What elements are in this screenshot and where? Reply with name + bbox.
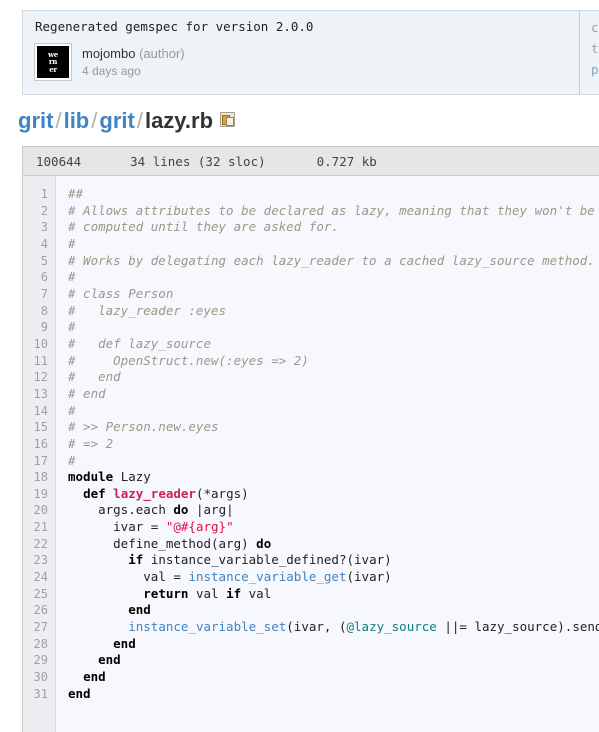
line-number[interactable]: 11 xyxy=(23,353,55,370)
code-line: # => 2 xyxy=(68,435,114,451)
code-line: # OpenStruct.new(:eyes => 2) xyxy=(68,352,309,368)
code-line: # class Person xyxy=(68,285,174,301)
line-number[interactable]: 12 xyxy=(23,369,55,386)
file-line-count: 34 lines (32 sloc) xyxy=(130,153,266,169)
code-line: # xyxy=(68,235,76,251)
breadcrumb-separator-2: / xyxy=(91,108,98,133)
line-number[interactable]: 10 xyxy=(23,336,55,353)
code-line: # xyxy=(68,269,76,285)
commit-message: Regenerated gemspec for version 2.0.0 xyxy=(35,19,314,34)
line-number[interactable]: 22 xyxy=(23,536,55,553)
line-number[interactable]: 1 xyxy=(23,186,55,203)
code-line: args.each do |arg| xyxy=(98,502,234,518)
breadcrumb-separator-3: / xyxy=(136,108,143,133)
line-number[interactable]: 24 xyxy=(23,569,55,586)
file-box: 100644 34 lines (32 sloc) 0.727 kb 12345… xyxy=(22,146,599,732)
commit-sidebar-truncated: cc tr pc xyxy=(579,11,599,94)
breadcrumb: grit/lib/grit/lazy.rb xyxy=(18,108,236,134)
code-line: # lazy_reader :eyes xyxy=(68,302,227,318)
line-number[interactable]: 21 xyxy=(23,519,55,536)
breadcrumb-dir-grit[interactable]: grit xyxy=(99,108,134,133)
breadcrumb-repo[interactable]: grit xyxy=(18,108,53,133)
line-number[interactable]: 8 xyxy=(23,303,55,320)
line-number[interactable]: 2 xyxy=(23,203,55,220)
breadcrumb-file-name: lazy.rb xyxy=(144,108,214,133)
code-line: end xyxy=(128,602,151,618)
file-mode: 100644 xyxy=(36,153,82,169)
code-line: define_method(arg) do xyxy=(113,535,272,551)
line-number[interactable]: 15 xyxy=(23,419,55,436)
commit-header-box: Regenerated gemspec for version 2.0.0 we… xyxy=(22,10,599,95)
code-line: end xyxy=(113,635,136,651)
commit-author-role: (author) xyxy=(139,46,185,61)
line-number[interactable]: 27 xyxy=(23,619,55,636)
code-line: val = instance_variable_get(ivar) xyxy=(143,569,392,585)
code-line: end xyxy=(68,685,91,701)
code-line: if instance_variable_defined?(ivar) xyxy=(128,552,392,568)
commit-side-line-3: pc xyxy=(591,62,599,77)
commit-side-line-1: cc xyxy=(591,20,599,35)
code-line: # computed until they are asked for. xyxy=(68,219,339,235)
commit-header-inner: Regenerated gemspec for version 2.0.0 we… xyxy=(23,11,599,94)
code-line: def lazy_reader(*args) xyxy=(83,485,249,501)
line-number[interactable]: 28 xyxy=(23,636,55,653)
code-content[interactable]: ## # Allows attributes to be declared as … xyxy=(56,176,599,732)
code-line: # xyxy=(68,452,76,468)
code-line: # Allows attributes to be declared as la… xyxy=(68,202,595,218)
avatar[interactable]: we rn er xyxy=(34,43,72,81)
breadcrumb-separator-1: / xyxy=(55,108,62,133)
line-number-gutter[interactable]: 1 2 3 4 5 6 7 8 9 10 11 12 13 14 15 16 17 18 19 20 21 22 23 24 2… xyxy=(23,176,56,732)
line-number[interactable]: 23 xyxy=(23,552,55,569)
line-number[interactable]: 19 xyxy=(23,486,55,503)
line-number[interactable]: 31 xyxy=(23,686,55,703)
copy-to-clipboard-icon[interactable] xyxy=(220,112,236,127)
line-number[interactable]: 16 xyxy=(23,436,55,453)
author-line: mojombo (author) xyxy=(82,45,185,62)
code-line: ## xyxy=(68,186,84,201)
line-number[interactable]: 9 xyxy=(23,319,55,336)
file-meta-bar: 100644 34 lines (32 sloc) 0.727 kb xyxy=(23,147,599,176)
commit-side-line-2: tr xyxy=(591,41,599,56)
code-line: # >> Person.new.eyes xyxy=(68,419,219,435)
avatar-line-3: er xyxy=(49,64,57,74)
code-line: # def lazy_source xyxy=(68,335,211,351)
code-line: instance_variable_set(ivar, (@lazy_sourc… xyxy=(128,619,599,635)
code-line: module Lazy xyxy=(68,469,151,485)
line-number[interactable]: 18 xyxy=(23,469,55,486)
code-area: 1 2 3 4 5 6 7 8 9 10 11 12 13 14 15 16 17 18 19 20 21 22 23 24 2… xyxy=(23,176,599,732)
code-line: # xyxy=(68,402,76,418)
code-line: # Works by delegating each lazy_reader t… xyxy=(68,252,595,268)
commit-date: 4 days ago xyxy=(82,64,141,78)
line-number[interactable]: 3 xyxy=(23,219,55,236)
commit-author-name[interactable]: mojombo xyxy=(82,46,135,61)
code-line: ivar = "@#{arg}" xyxy=(113,519,234,535)
code-line: # end xyxy=(68,369,121,385)
line-number[interactable]: 30 xyxy=(23,669,55,686)
line-number[interactable]: 14 xyxy=(23,403,55,420)
line-number[interactable]: 4 xyxy=(23,236,55,253)
commit-meta: we rn er mojombo (author) 4 days ago xyxy=(34,43,185,81)
file-size: 0.727 kb xyxy=(316,153,377,169)
line-number[interactable]: 6 xyxy=(23,269,55,286)
line-number[interactable]: 13 xyxy=(23,386,55,403)
code-line: end xyxy=(98,652,121,668)
code-line: # xyxy=(68,319,76,335)
line-number[interactable]: 7 xyxy=(23,286,55,303)
line-number[interactable]: 26 xyxy=(23,602,55,619)
line-number[interactable]: 5 xyxy=(23,253,55,270)
code-line: # end xyxy=(68,385,106,401)
code-line: end xyxy=(83,669,106,685)
line-number[interactable]: 20 xyxy=(23,502,55,519)
code-line: return val if val xyxy=(143,585,272,601)
line-number[interactable]: 25 xyxy=(23,586,55,603)
breadcrumb-dir-lib[interactable]: lib xyxy=(64,108,90,133)
commit-author-block: mojombo (author) 4 days ago xyxy=(82,44,185,80)
line-number[interactable]: 29 xyxy=(23,652,55,669)
line-number[interactable]: 17 xyxy=(23,453,55,470)
